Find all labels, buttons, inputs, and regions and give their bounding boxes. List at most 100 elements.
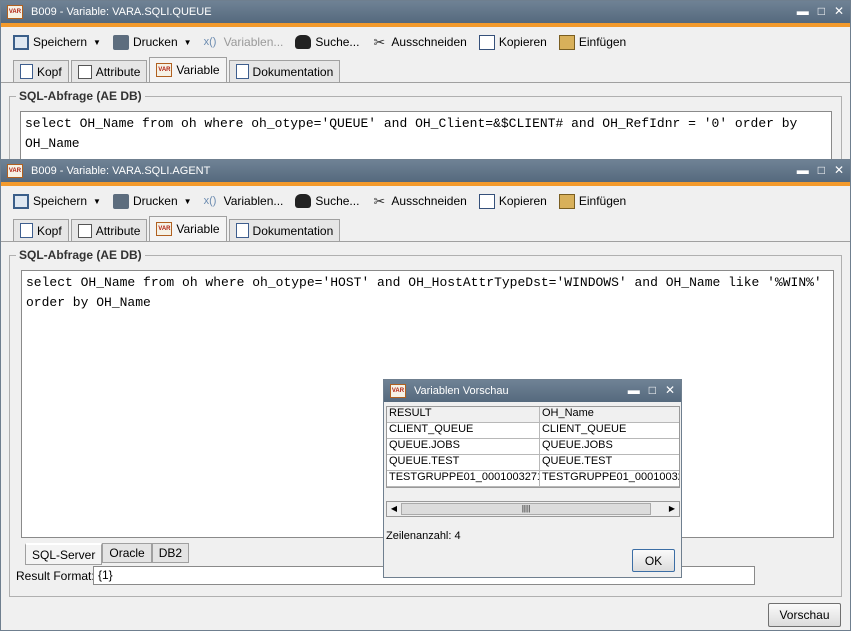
printer-icon — [112, 193, 129, 209]
preview-button[interactable]: Vorschau — [768, 603, 841, 627]
window-title: B009 - Variable: VARA.SQLI.QUEUE — [31, 6, 212, 18]
tab-attribute[interactable]: Attribute — [70, 60, 148, 82]
cut-button[interactable]: ✂ Ausschneiden — [367, 193, 474, 209]
paste-icon — [558, 34, 575, 50]
scroll-left-icon[interactable]: ◀ — [387, 502, 401, 516]
save-button[interactable]: Speichern ▼ — [9, 34, 109, 50]
tab-variable[interactable]: VAR Variable — [149, 57, 227, 82]
chevron-down-icon[interactable]: ▼ — [93, 38, 101, 47]
save-icon — [13, 193, 29, 209]
title-bar[interactable]: VAR B009 - Variable: VARA.SQLI.QUEUE ▬ □… — [1, 1, 850, 23]
var-icon: VAR — [7, 164, 23, 178]
maximize-icon[interactable]: □ — [818, 4, 825, 18]
table-cell: QUEUE.JOBS — [387, 439, 540, 454]
scroll-thumb[interactable]: |||| — [401, 503, 651, 515]
documentation-icon — [235, 64, 249, 79]
print-label: Drucken — [132, 194, 178, 208]
close-icon[interactable]: ✕ — [834, 163, 844, 177]
copy-button[interactable]: Kopieren — [475, 34, 555, 50]
print-button[interactable]: Drucken ▼ — [109, 193, 200, 209]
tab-bar: Kopf Attribute VAR Variable Dokumentation — [1, 216, 850, 242]
cut-label: Ausschneiden — [391, 35, 467, 49]
tab-label: Variable — [176, 63, 220, 77]
table-cell: CLIENT_QUEUE — [541, 423, 627, 435]
sql-query-group: SQL-Abfrage (AE DB) select OH_Name from … — [9, 89, 842, 166]
variables-button[interactable]: x() Variablen... — [200, 194, 292, 209]
tab-label: Kopf — [37, 223, 62, 238]
tab-label: Variable — [176, 222, 220, 236]
variables-button[interactable]: x() Variablen... — [200, 35, 292, 50]
copy-button[interactable]: Kopieren — [475, 193, 555, 209]
search-button[interactable]: Suche... — [291, 35, 367, 49]
paste-button[interactable]: Einfügen — [555, 34, 634, 50]
tab-dokumentation[interactable]: Dokumentation — [228, 219, 341, 241]
attribute-icon — [77, 64, 92, 79]
chevron-down-icon[interactable]: ▼ — [184, 38, 192, 47]
table-header: RESULT OH_Name — [387, 407, 679, 423]
paste-button[interactable]: Einfügen — [555, 193, 634, 209]
group-label: SQL-Abfrage (AE DB) — [16, 89, 145, 103]
column-header[interactable]: RESULT — [387, 407, 540, 422]
tab-oracle[interactable]: Oracle — [102, 543, 152, 563]
sql-editor[interactable]: select OH_Name from oh where oh_otype='Q… — [20, 111, 832, 161]
var-icon: VAR — [7, 5, 23, 19]
close-icon[interactable]: ✕ — [834, 4, 844, 18]
paste-icon — [558, 193, 575, 209]
variables-label: Variablen... — [223, 194, 284, 208]
column-header[interactable]: OH_Name — [540, 407, 679, 422]
table-row[interactable]: QUEUE.JOBS QUEUE.JOBS — [387, 439, 679, 455]
tab-attribute[interactable]: Attribute — [70, 219, 148, 241]
search-button[interactable]: Suche... — [291, 194, 367, 208]
attribute-icon — [77, 223, 92, 238]
tab-sql-server[interactable]: SQL-Server — [25, 543, 103, 565]
binoculars-icon — [295, 194, 312, 208]
toolbar: Speichern ▼ Drucken ▼ x() Variablen... Such… — [1, 27, 850, 57]
variables-preview-dialog: VAR Variablen Vorschau ▬ □ ✕ RESULT OH_N… — [383, 379, 682, 578]
binoculars-icon — [295, 35, 312, 49]
variables-icon: x() — [203, 35, 217, 48]
copy-icon — [478, 193, 495, 209]
table-row[interactable]: QUEUE.TEST QUEUE.TEST — [387, 455, 679, 471]
tab-kopf[interactable]: Kopf — [13, 219, 69, 241]
chevron-down-icon[interactable]: ▼ — [93, 197, 101, 206]
tab-label: Dokumentation — [252, 64, 334, 79]
table-cell: QUEUE.TEST — [387, 455, 540, 470]
minimize-icon[interactable]: ▬ — [797, 4, 809, 18]
ok-button[interactable]: OK — [632, 549, 675, 572]
scroll-right-icon[interactable]: ▶ — [665, 502, 679, 516]
tab-db2[interactable]: DB2 — [151, 543, 190, 563]
copy-label: Kopieren — [498, 194, 547, 208]
close-icon[interactable]: ✕ — [665, 383, 675, 397]
save-label: Speichern — [33, 35, 88, 49]
maximize-icon[interactable]: □ — [649, 383, 656, 397]
dialog-title: Variablen Vorschau — [414, 385, 509, 397]
table-cell: QUEUE.TEST — [541, 455, 613, 467]
group-label: SQL-Abfrage (AE DB) — [16, 248, 145, 262]
tab-label: Dokumentation — [252, 223, 334, 238]
variables-icon: x() — [203, 194, 217, 207]
dialog-title-bar[interactable]: VAR Variablen Vorschau ▬ □ ✕ — [384, 380, 681, 402]
save-button[interactable]: Speichern ▼ — [9, 193, 109, 209]
result-table: RESULT OH_Name CLIENT_QUEUE CLIENT_QUEUE… — [386, 406, 680, 488]
table-row[interactable]: CLIENT_QUEUE CLIENT_QUEUE — [387, 423, 679, 439]
chevron-down-icon[interactable]: ▼ — [184, 197, 192, 206]
table-cell: CLIENT_QUEUE — [387, 423, 540, 438]
maximize-icon[interactable]: □ — [818, 163, 825, 177]
table-row[interactable]: TESTGRUPPE01_0001003271 TESTGRUPPE01_000… — [387, 471, 679, 487]
tab-label: Attribute — [95, 64, 141, 79]
title-bar[interactable]: VAR B009 - Variable: VARA.SQLI.AGENT ▬ □… — [1, 160, 850, 182]
copy-icon — [478, 34, 495, 50]
search-label: Suche... — [315, 35, 360, 49]
tab-dokumentation[interactable]: Dokumentation — [228, 60, 341, 82]
cut-button[interactable]: ✂ Ausschneiden — [367, 34, 474, 50]
minimize-icon[interactable]: ▬ — [797, 163, 809, 177]
horizontal-scrollbar[interactable]: ◀ |||| ▶ — [386, 501, 680, 517]
tab-kopf[interactable]: Kopf — [13, 60, 69, 82]
save-icon — [13, 34, 29, 50]
header-icon — [20, 223, 33, 238]
minimize-icon[interactable]: ▬ — [628, 383, 640, 397]
tab-variable[interactable]: VAR Variable — [149, 216, 227, 241]
print-button[interactable]: Drucken ▼ — [109, 34, 200, 50]
cut-label: Ausschneiden — [391, 194, 467, 208]
search-label: Suche... — [315, 194, 360, 208]
